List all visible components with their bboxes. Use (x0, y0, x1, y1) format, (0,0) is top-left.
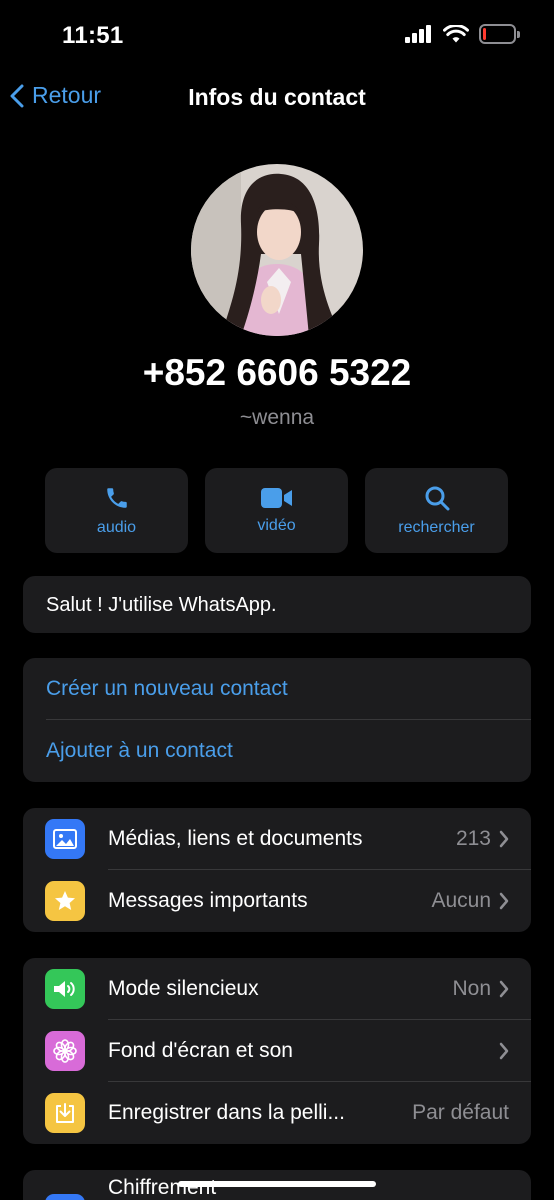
status-icons (405, 24, 520, 44)
photo-icon (45, 819, 85, 859)
battery-icon (479, 24, 520, 44)
status-time: 11:51 (62, 22, 124, 49)
audio-call-button[interactable]: audio (45, 468, 188, 553)
media-section: Médias, liens et documents 213 Messages … (23, 808, 531, 932)
wallpaper-sound-row[interactable]: Fond d'écran et son (23, 1020, 531, 1082)
search-label: rechercher (398, 518, 475, 536)
battery-level (483, 28, 486, 40)
signal-icon (405, 25, 431, 43)
status-bar: 11:51 (0, 0, 554, 72)
home-indicator[interactable] (178, 1181, 376, 1187)
video-label: vidéo (257, 516, 296, 534)
chevron-right-icon (499, 830, 509, 848)
navigation-bar: Retour Infos du contact (0, 78, 554, 118)
add-to-contact-label: Ajouter à un contact (46, 739, 233, 762)
starred-label: Messages importants (108, 889, 308, 912)
create-new-contact-label: Créer un nouveau contact (46, 677, 288, 700)
search-button[interactable]: rechercher (365, 468, 508, 553)
mute-row[interactable]: Mode silencieux Non (23, 958, 531, 1020)
settings-section: Mode silencieux Non Fond d'écran et son … (23, 958, 531, 1144)
mute-value: Non (452, 977, 491, 1000)
starred-messages-row[interactable]: Messages importants Aucun (23, 870, 531, 932)
encryption-label: Chiffrement (108, 1176, 217, 1199)
media-label: Médias, liens et documents (108, 827, 363, 850)
quick-actions: audio vidéo rechercher (45, 468, 509, 553)
save-camera-roll-label: Enregistrer dans la pelli... (108, 1101, 345, 1124)
contact-links-card: Créer un nouveau contact Ajouter à un co… (23, 658, 531, 782)
star-icon (45, 881, 85, 921)
about-status: Salut ! J'utilise WhatsApp. (23, 576, 531, 633)
speaker-icon (45, 969, 85, 1009)
chevron-right-icon (499, 1042, 509, 1060)
video-icon (260, 487, 292, 508)
contact-username: ~wenna (239, 406, 315, 429)
chevron-right-icon (499, 980, 509, 998)
starred-value: Aucun (431, 889, 491, 912)
lock-icon (45, 1194, 85, 1200)
mute-label: Mode silencieux (108, 977, 259, 1000)
media-links-docs-row[interactable]: Médias, liens et documents 213 (23, 808, 531, 870)
chevron-right-icon (499, 892, 509, 910)
wifi-icon (443, 24, 469, 42)
contact-phone-number: +852 6606 5322 (142, 352, 412, 393)
flower-icon (45, 1031, 85, 1071)
phone-icon (106, 487, 127, 508)
avatar[interactable] (191, 164, 363, 336)
media-count: 213 (455, 827, 491, 850)
page-title: Infos du contact (188, 84, 366, 110)
save-to-camera-roll-row[interactable]: Enregistrer dans la pelli... Par défaut (23, 1082, 531, 1144)
wallpaper-label: Fond d'écran et son (108, 1039, 293, 1062)
search-icon (425, 486, 449, 510)
audio-label: audio (96, 518, 137, 536)
create-new-contact-button[interactable]: Créer un nouveau contact (23, 658, 531, 720)
save-camera-roll-value: Par défaut (412, 1101, 509, 1124)
add-to-contact-button[interactable]: Ajouter à un contact (23, 720, 531, 782)
download-icon (45, 1093, 85, 1133)
video-call-button[interactable]: vidéo (205, 468, 348, 553)
